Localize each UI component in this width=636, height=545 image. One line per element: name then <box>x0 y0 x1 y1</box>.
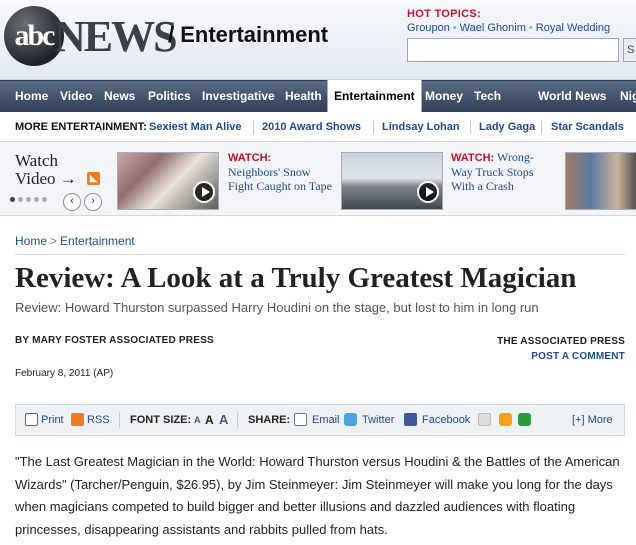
watch-label: WATCH: <box>451 152 495 164</box>
video-caption[interactable]: WATCH: Wrong-Way Truck Stops With a Cras… <box>451 150 551 193</box>
nav-news[interactable]: News <box>104 81 135 113</box>
breadcrumb-separator: > <box>50 234 58 248</box>
twitter-icon[interactable] <box>344 413 357 426</box>
video-thumbnail[interactable] <box>565 152 636 210</box>
hot-topic-link[interactable]: Groupon <box>407 22 450 34</box>
article-byline: BY MARY FOSTER ASSOCIATED PRESS <box>15 335 214 346</box>
carousel-dot[interactable] <box>18 197 23 202</box>
nav-video[interactable]: Video <box>60 81 92 113</box>
article-subhead: Review: Howard Thurston surpassed Harry … <box>15 300 539 315</box>
hot-topics: HOT TOPICS: Groupon • Wael Ghonim • Royal We… <box>407 8 610 34</box>
nav-health[interactable]: Health <box>285 81 322 113</box>
hot-topics-label: HOT TOPICS: <box>407 8 481 20</box>
bookmark-icon[interactable] <box>478 413 491 426</box>
article-headline: Review: A Look at a Truly Greatest Magic… <box>15 262 577 294</box>
twitter-link[interactable]: Twitter <box>362 414 394 426</box>
video-caption-text: Neighbors' Snow Fight Caught on Tape <box>228 165 332 193</box>
carousel-dot[interactable] <box>42 197 47 202</box>
video-strip: Watch Video → ◣ ‹ › WATCH: Neighbors' Sn… <box>0 142 636 216</box>
nav-money[interactable]: Money <box>425 81 463 113</box>
nav-investigative[interactable]: Investigative <box>202 81 275 113</box>
email-icon[interactable] <box>294 413 307 426</box>
abc-news-logo[interactable]: abc NEWS <box>4 6 178 66</box>
more-entertainment-bar: MORE ENTERTAINMENT: Sexiest Man Alive 20… <box>0 112 636 142</box>
breadcrumb-entertainment[interactable]: Entertainment <box>60 234 135 248</box>
rss-icon[interactable] <box>71 413 84 426</box>
play-icon[interactable] <box>417 181 439 203</box>
search-input[interactable] <box>407 38 619 62</box>
more-entertainment-label: MORE ENTERTAINMENT: <box>15 121 147 133</box>
email-link[interactable]: Email <box>312 414 340 426</box>
news-wordmark: NEWS <box>54 11 178 61</box>
carousel-dot[interactable] <box>34 197 39 202</box>
article-date: February 8, 2011 (AP) <box>15 368 114 379</box>
carousel-dot[interactable] <box>10 197 15 202</box>
video-thumbnail[interactable] <box>117 152 219 210</box>
nav-politics[interactable]: Politics <box>148 81 191 113</box>
facebook-icon[interactable] <box>404 413 417 426</box>
print-icon[interactable] <box>25 413 38 426</box>
nav-nightline[interactable]: Nig <box>620 81 636 113</box>
divider <box>15 254 625 255</box>
divider <box>373 120 374 134</box>
post-comment-link[interactable]: POST A COMMENT <box>531 351 625 362</box>
watch-video-title[interactable]: Watch Video → <box>15 152 77 188</box>
print-link[interactable]: Print <box>41 414 64 426</box>
more-link-award-shows[interactable]: 2010 Award Shows <box>262 121 361 133</box>
breadcrumb-home[interactable]: Home <box>15 234 47 248</box>
more-link-lindsay-lohan[interactable]: Lindsay Lohan <box>382 121 460 133</box>
hot-topic-link[interactable]: Wael Ghonim <box>460 22 526 34</box>
carousel-next-button[interactable]: › <box>84 193 102 211</box>
hot-topic-link[interactable]: Royal Wedding <box>536 22 610 34</box>
video-caption[interactable]: WATCH: Neighbors' Snow Fight Caught on T… <box>228 150 333 193</box>
divider <box>541 120 542 134</box>
article-source: THE ASSOCIATED PRESS <box>497 336 625 347</box>
divider <box>119 412 120 428</box>
font-size-small-button[interactable]: A <box>194 415 201 425</box>
breadcrumb: Home > Entertainment <box>15 234 135 248</box>
nav-entertainment[interactable]: Entertainment <box>327 80 422 113</box>
nav-world-news[interactable]: World News <box>538 81 606 113</box>
share-label: SHARE: <box>248 414 291 426</box>
divider <box>470 120 471 134</box>
font-size-large-button[interactable]: A <box>219 412 228 427</box>
main-nav: Home Video News Politics Investigative H… <box>0 80 636 113</box>
watch-video-line2: Video → <box>15 169 77 188</box>
hot-topics-list: Groupon • Wael Ghonim • Royal Wedding <box>407 22 611 34</box>
font-size-medium-button[interactable]: A <box>205 413 214 427</box>
font-size-label: FONT SIZE: <box>130 414 192 426</box>
watch-video-line1: Watch <box>15 151 58 170</box>
carousel-dots <box>10 197 47 202</box>
carousel-dot[interactable] <box>26 197 31 202</box>
buzz-icon[interactable] <box>499 413 512 426</box>
play-icon[interactable] <box>193 181 215 203</box>
more-share-button[interactable]: [+] More <box>572 414 613 426</box>
more-link-sexiest-man-alive[interactable]: Sexiest Man Alive <box>149 121 242 133</box>
watch-label: WATCH: <box>228 152 272 164</box>
video-thumbnail[interactable] <box>341 152 443 210</box>
facebook-link[interactable]: Facebook <box>422 414 470 426</box>
more-link-star-scandals[interactable]: Star Scandals <box>551 121 624 133</box>
rss-icon[interactable]: ◣ <box>87 172 100 185</box>
article-toolbar: Print RSS FONT SIZE: A A A SHARE: Email … <box>15 404 625 436</box>
rss-link[interactable]: RSS <box>87 414 110 426</box>
article-body: "The Last Greatest Magician in the World… <box>15 454 620 537</box>
divider <box>253 120 254 134</box>
nav-home[interactable]: Home <box>15 81 48 113</box>
divider <box>237 412 238 428</box>
nav-tech[interactable]: Tech <box>474 81 501 113</box>
stumbleupon-icon[interactable] <box>518 413 531 426</box>
site-header: abc NEWS / Entertainment HOT TOPICS: Gro… <box>0 0 636 80</box>
section-title[interactable]: / Entertainment <box>168 22 328 48</box>
more-link-lady-gaga[interactable]: Lady Gaga <box>479 121 535 133</box>
carousel-prev-button[interactable]: ‹ <box>63 193 81 211</box>
search-button[interactable]: S <box>623 38 636 62</box>
